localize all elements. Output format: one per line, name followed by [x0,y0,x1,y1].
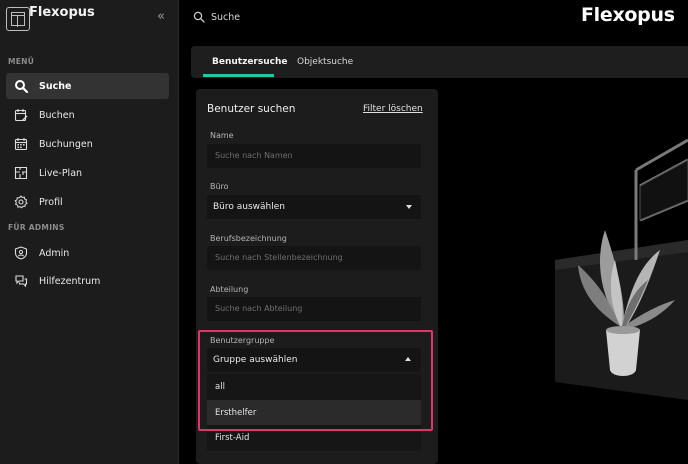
highlight-box [198,330,433,431]
global-search[interactable]: Suche [193,11,240,23]
job-title-placeholder: Suche nach Stellenbezeichnung [215,253,343,262]
brand[interactable] [6,6,30,32]
clear-filter-link[interactable]: Filter löschen [363,104,423,114]
name-placeholder: Suche nach Namen [215,151,293,160]
chevron-down-icon [406,205,412,209]
search-tabs: Benutzersuche Objektsuche [191,46,688,78]
job-title-input[interactable]: Suche nach Stellenbezeichnung [207,246,421,270]
card-title: Benutzer suchen [207,103,296,115]
calendar-icon [14,137,28,151]
sidebar-item-live-plan[interactable]: Live-Plan [6,160,169,186]
search-icon [14,79,28,93]
sidebar-item-hilfezentrum[interactable]: Hilfezentrum [6,268,169,294]
sidebar-item-label: Buchungen [39,138,93,150]
sidebar-item-label: Live-Plan [39,167,83,179]
floorplan-icon [14,166,28,180]
office-select[interactable]: Büro auswählen [207,195,421,219]
office-plant-illustration [555,138,688,400]
shield-user-icon [14,246,28,260]
sidebar-item-profil[interactable]: Profil [6,189,169,215]
sidebar-item-label: Admin [39,247,70,259]
name-label: Name [210,131,234,140]
sidebar-item-label: Buchen [39,109,75,121]
section-label-menu: MENÜ [8,57,35,66]
calendar-edit-icon [14,108,28,122]
sidebar-item-label: Suche [39,80,72,92]
name-input[interactable]: Suche nach Namen [207,144,421,168]
section-label-admin: FÜR ADMINS [8,223,65,232]
sidebar-item-label: Hilfezentrum [39,275,101,287]
app-name: Flexopus [29,5,95,20]
job-title-label: Berufsbezeichnung [210,234,287,243]
collapse-sidebar-icon[interactable]: « [157,10,165,23]
gear-icon [14,195,28,209]
sidebar-item-buchungen[interactable]: Buchungen [6,131,169,157]
brand-logo-text: Flexopus [581,4,675,26]
sidebar-item-suche[interactable]: Suche [6,73,169,99]
sidebar-item-label: Profil [39,196,63,208]
flexopus-logo-icon [6,7,30,31]
office-label: Büro [210,182,229,191]
active-tab-indicator [203,74,274,77]
tab-benutzersuche[interactable]: Benutzersuche [212,57,287,67]
department-input[interactable]: Suche nach Abteilung [207,297,421,321]
sidebar-item-buchen[interactable]: Buchen [6,102,169,128]
help-chat-icon [14,274,28,288]
option-label: First-Aid [215,433,250,443]
sidebar-item-admin[interactable]: Admin [6,240,169,266]
search-icon [193,11,205,23]
sidebar: Flexopus « MENÜ Suche Buchen Buchungen L… [0,0,179,464]
global-search-label: Suche [211,11,241,23]
office-select-value: Büro auswählen [213,202,285,212]
department-placeholder: Suche nach Abteilung [215,304,303,313]
tab-objektsuche[interactable]: Objektsuche [297,57,353,67]
department-label: Abteilung [210,285,249,294]
